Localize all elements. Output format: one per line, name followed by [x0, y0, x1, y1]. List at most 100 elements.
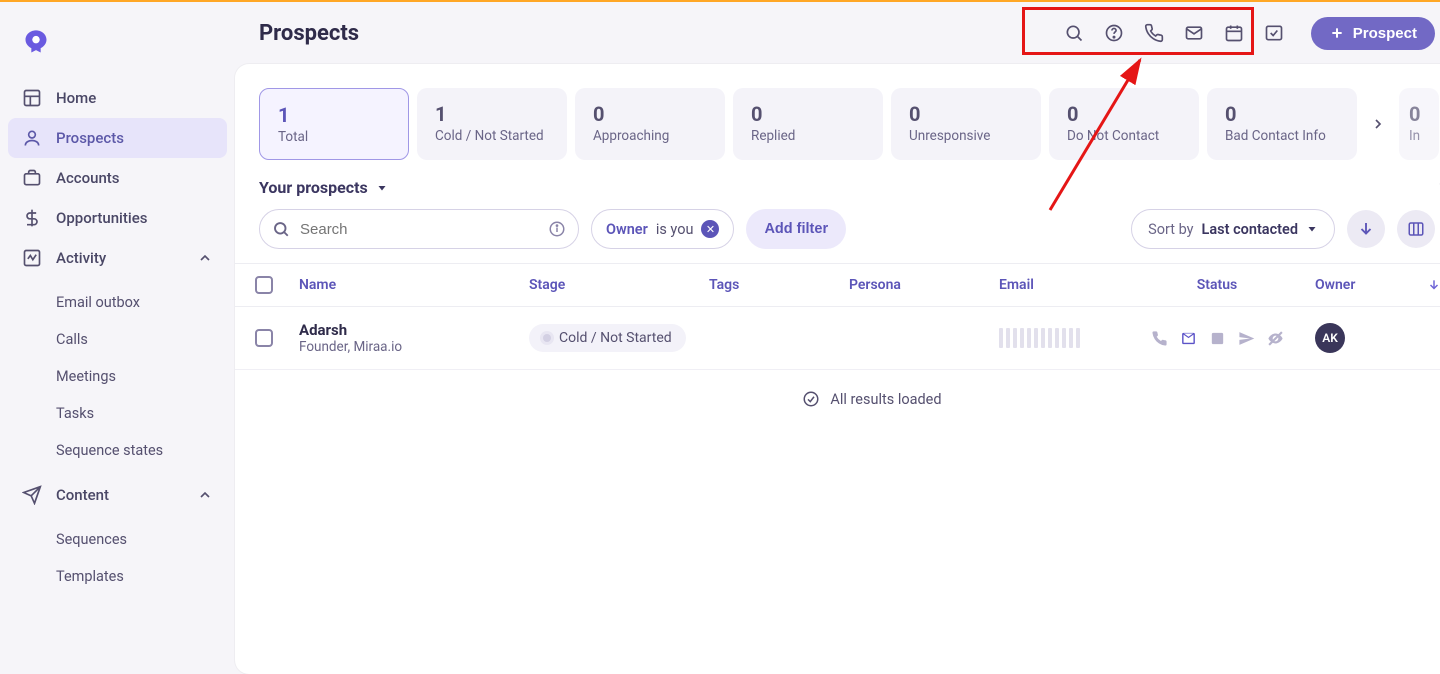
- tile-count: 0: [593, 102, 707, 126]
- chip-remove-icon[interactable]: ✕: [701, 220, 719, 238]
- tile-label: Bad Contact Info: [1225, 128, 1339, 144]
- grid-icon: [22, 88, 42, 108]
- col-tags[interactable]: Tags: [709, 277, 849, 293]
- stage-dot-icon: [543, 334, 551, 342]
- tile-label: Unresponsive: [909, 128, 1023, 144]
- subnav-email-outbox[interactable]: Email outbox: [56, 284, 227, 321]
- subnav-sequence-states[interactable]: Sequence states: [56, 432, 227, 469]
- tile-label: In: [1409, 128, 1439, 144]
- app-logo[interactable]: [20, 26, 52, 58]
- subnav-sequences[interactable]: Sequences: [56, 521, 227, 558]
- content-card: 1 Total 1 Cold / Not Started 0 Approachi…: [235, 64, 1440, 674]
- send-status-icon[interactable]: [1238, 330, 1255, 347]
- stage-label: Cold / Not Started: [559, 330, 672, 346]
- note-status-icon[interactable]: [1209, 330, 1226, 347]
- prospect-subtitle: Founder, Miraa.io: [299, 339, 529, 355]
- help-icon[interactable]: [1103, 22, 1125, 44]
- nav-content[interactable]: Content: [8, 475, 227, 515]
- footer-text: All results loaded: [830, 391, 941, 408]
- content-subitems: Sequences Templates: [8, 515, 227, 601]
- activity-icon: [22, 248, 42, 268]
- col-name[interactable]: Name: [299, 277, 529, 293]
- tile-label: Do Not Contact: [1067, 128, 1181, 144]
- view-selector[interactable]: Your prospects: [259, 178, 388, 197]
- email-status-icon[interactable]: [1180, 330, 1197, 347]
- filter-chip-owner[interactable]: Owner is you ✕: [591, 209, 734, 249]
- tile-count: 1: [278, 103, 390, 127]
- subnav-meetings[interactable]: Meetings: [56, 358, 227, 395]
- row-checkbox[interactable]: [255, 329, 273, 347]
- topbar: Prospects Prospect: [235, 2, 1440, 64]
- search-input[interactable]: [300, 221, 538, 238]
- chip-value: is you: [656, 221, 694, 238]
- phone-status-icon[interactable]: [1151, 330, 1168, 347]
- chevron-up-icon: [197, 487, 213, 503]
- col-stage[interactable]: Stage: [529, 277, 709, 293]
- prospect-name: Adarsh: [299, 321, 529, 339]
- tile-count: 0: [1067, 102, 1181, 126]
- subnav-templates[interactable]: Templates: [56, 558, 227, 595]
- nav-opportunities[interactable]: Opportunities: [8, 198, 227, 238]
- add-filter-button[interactable]: Add filter: [746, 209, 846, 249]
- tile-label: Replied: [751, 128, 865, 144]
- tile-do-not-contact[interactable]: 0 Do Not Contact: [1049, 88, 1199, 160]
- tile-overflow[interactable]: 0 In: [1399, 88, 1439, 160]
- sort-selector[interactable]: Sort by Last contacted: [1131, 209, 1335, 249]
- tile-unresponsive[interactable]: 0 Unresponsive: [891, 88, 1041, 160]
- search-icon[interactable]: [1063, 22, 1085, 44]
- stage-pill[interactable]: Cold / Not Started: [529, 324, 686, 352]
- subnav-calls[interactable]: Calls: [56, 321, 227, 358]
- email-masked: [999, 328, 1119, 348]
- quick-action-tray: [1049, 14, 1299, 52]
- caret-down-icon: [376, 182, 388, 194]
- col-owner[interactable]: Owner: [1315, 277, 1427, 293]
- nav-label: Prospects: [56, 129, 124, 147]
- tile-count: 0: [1225, 102, 1339, 126]
- nav-label: Content: [56, 486, 109, 504]
- mail-icon[interactable]: [1183, 22, 1205, 44]
- nav-activity[interactable]: Activity: [8, 238, 227, 278]
- phone-icon[interactable]: [1143, 22, 1165, 44]
- tile-count: 1: [435, 102, 549, 126]
- task-icon[interactable]: [1263, 22, 1285, 44]
- tile-count: 0: [751, 102, 865, 126]
- nav-label: Activity: [56, 249, 106, 267]
- subnav-tasks[interactable]: Tasks: [56, 395, 227, 432]
- download-button[interactable]: [1347, 210, 1385, 248]
- cell-name[interactable]: Adarsh Founder, Miraa.io: [299, 321, 529, 355]
- table-row[interactable]: Adarsh Founder, Miraa.io Cold / Not Star…: [235, 307, 1440, 370]
- nav-home[interactable]: Home: [8, 78, 227, 118]
- search-box[interactable]: [259, 209, 579, 249]
- sort-label: Sort by: [1148, 221, 1193, 238]
- caret-down-icon: [1306, 223, 1318, 235]
- col-email[interactable]: Email: [999, 277, 1119, 293]
- sort-arrow-icon: [1427, 278, 1440, 292]
- hidden-status-icon[interactable]: [1267, 330, 1284, 347]
- tile-total[interactable]: 1 Total: [259, 88, 409, 160]
- tile-approaching[interactable]: 0 Approaching: [575, 88, 725, 160]
- nav-prospects[interactable]: Prospects: [8, 118, 227, 158]
- tile-label: Cold / Not Started: [435, 128, 549, 144]
- tile-cold[interactable]: 1 Cold / Not Started: [417, 88, 567, 160]
- tile-bad-contact[interactable]: 0 Bad Contact Info: [1207, 88, 1357, 160]
- view-label: Your prospects: [259, 178, 368, 197]
- new-prospect-button[interactable]: Prospect: [1311, 17, 1435, 50]
- info-icon[interactable]: [548, 220, 566, 238]
- nav-label: Home: [56, 89, 96, 107]
- select-all-checkbox[interactable]: [255, 276, 273, 294]
- tile-replied[interactable]: 0 Replied: [733, 88, 883, 160]
- nav-accounts[interactable]: Accounts: [8, 158, 227, 198]
- stage-tiles: 1 Total 1 Cold / Not Started 0 Approachi…: [235, 64, 1440, 160]
- tile-label: Approaching: [593, 128, 707, 144]
- table-header: Name Stage Tags Persona Email Status Own…: [235, 263, 1440, 307]
- col-persona[interactable]: Persona: [849, 277, 999, 293]
- search-icon: [272, 220, 290, 238]
- col-sorted[interactable]: con: [1427, 277, 1440, 293]
- tiles-scroll-right[interactable]: [1365, 88, 1391, 160]
- col-status[interactable]: Status: [1119, 277, 1315, 293]
- cell-stage: Cold / Not Started: [529, 324, 709, 352]
- columns-button[interactable]: [1397, 210, 1435, 248]
- owner-avatar[interactable]: AK: [1315, 323, 1345, 353]
- filter-bar: Owner is you ✕ Add filter Sort by Last c…: [235, 197, 1440, 263]
- calendar-icon[interactable]: [1223, 22, 1245, 44]
